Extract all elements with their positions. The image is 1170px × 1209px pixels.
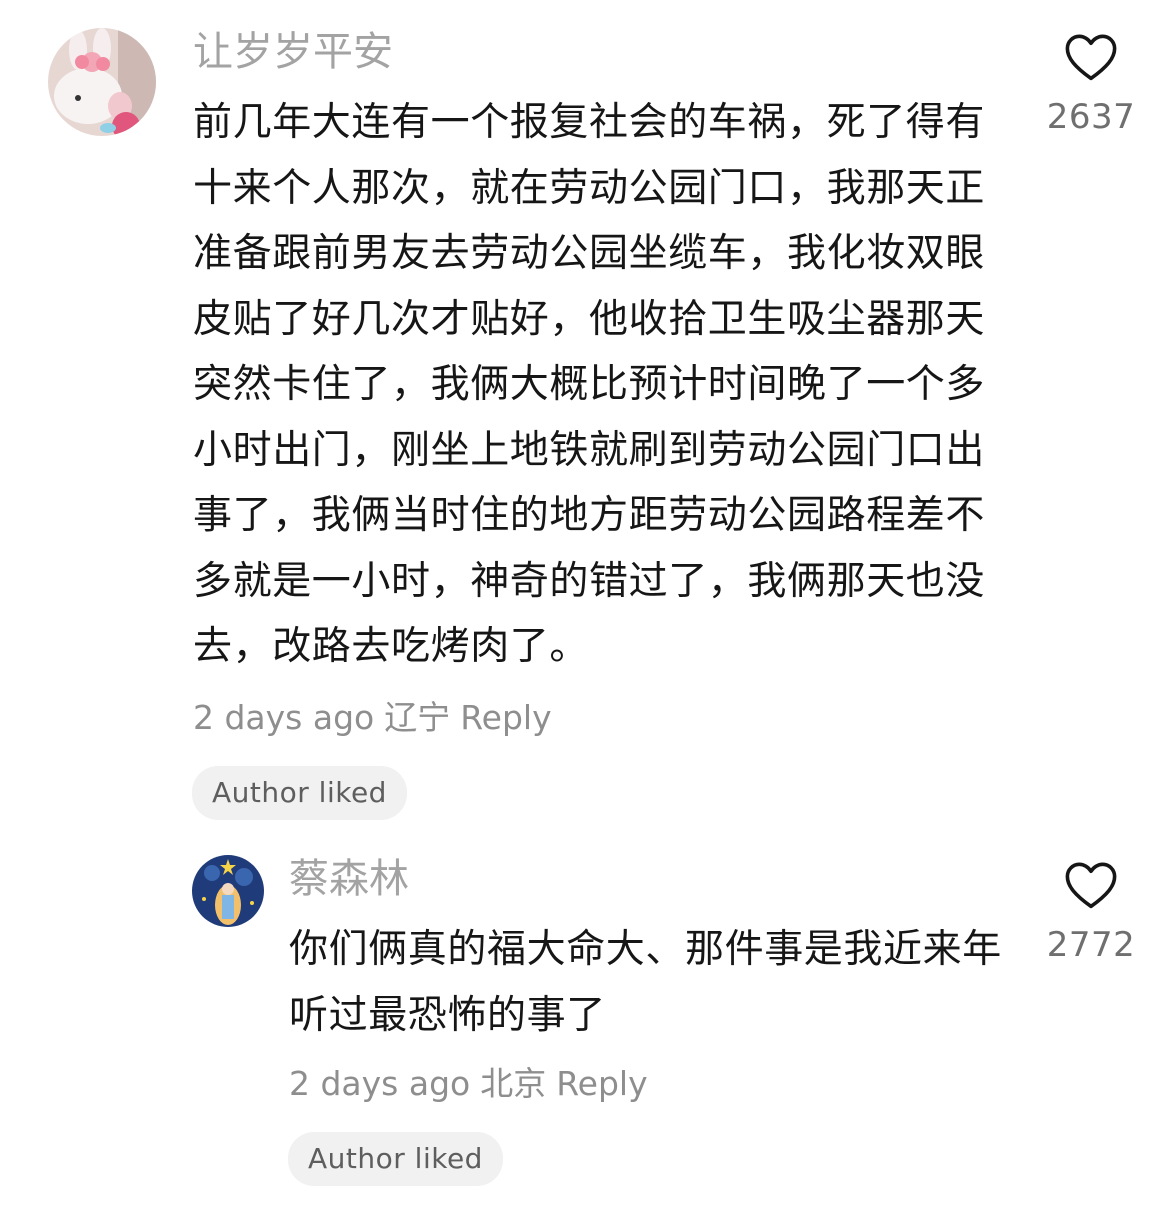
- comment-1: 让岁岁平安 前几年大连有一个报复社会的车祸，死了得有十来个人那次，就在劳动公园门…: [0, 0, 1170, 830]
- reply-button[interactable]: Reply: [460, 698, 551, 737]
- comment-meta: 2 days ago 北京 Reply: [289, 1064, 658, 1104]
- heart-outline-icon[interactable]: [1064, 860, 1118, 910]
- like-count: 2637: [1046, 97, 1136, 137]
- author-liked-badge: Author liked: [288, 1132, 503, 1186]
- username[interactable]: 蔡森林: [289, 854, 409, 904]
- comment-meta: 2 days ago 辽宁 Reply: [193, 698, 562, 738]
- bunny-avatar-icon: [48, 28, 156, 136]
- location: 辽宁: [384, 698, 451, 737]
- timestamp: 2 days ago: [193, 698, 375, 737]
- comment-text: 前几年大连有一个报复社会的车祸，死了得有十来个人那次，就在劳动公园门口，我那天正…: [193, 100, 986, 669]
- reply-button[interactable]: Reply: [556, 1064, 647, 1103]
- avatar[interactable]: [192, 855, 264, 927]
- location: 北京: [480, 1064, 547, 1103]
- avatar[interactable]: [48, 28, 156, 136]
- author-liked-badge: Author liked: [192, 766, 407, 820]
- comment-text: 你们俩真的福大命大、那件事是我近来年听过最恐怖的事了: [289, 927, 1002, 1038]
- starry-avatar-icon: [192, 855, 264, 927]
- username[interactable]: 让岁岁平安: [193, 27, 393, 77]
- timestamp: 2 days ago: [289, 1064, 471, 1103]
- like-count: 2772: [1046, 925, 1136, 965]
- like-control: 2772: [1036, 860, 1146, 966]
- heart-outline-icon[interactable]: [1064, 32, 1118, 82]
- comment-2-reply: 蔡森林 你们俩真的福大命大、那件事是我近来年听过最恐怖的事了 2 days ag…: [0, 830, 1170, 1209]
- like-control: 2637: [1036, 32, 1146, 138]
